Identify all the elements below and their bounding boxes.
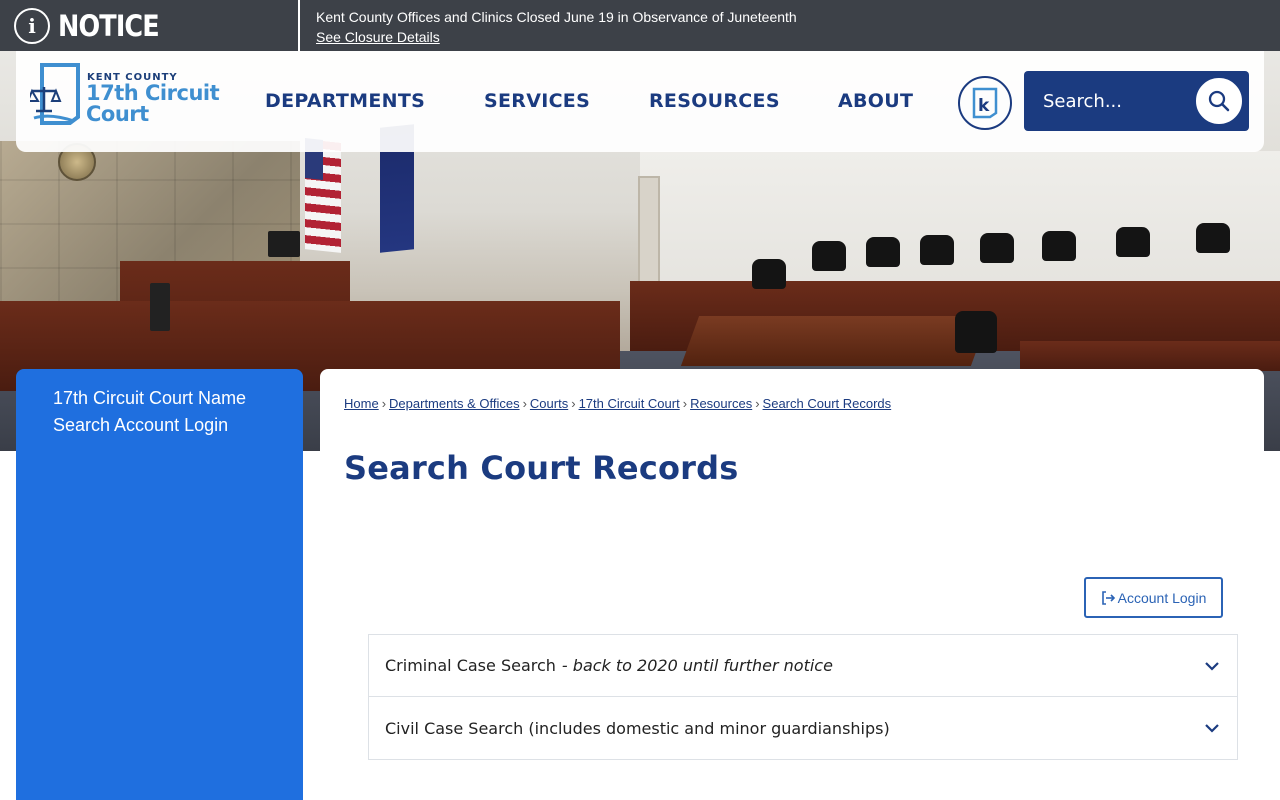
chevron-down-icon[interactable] [1203, 719, 1221, 737]
chair [1042, 231, 1076, 261]
breadcrumb-separator: › [571, 396, 576, 411]
search-input[interactable]: Search... [1043, 91, 1183, 112]
sign-in-icon [1101, 590, 1115, 605]
accordion-civil-case-search[interactable]: Civil Case Search (includes domestic and… [368, 697, 1238, 760]
chair [752, 259, 786, 289]
chair [980, 233, 1014, 263]
breadcrumb: Home › Departments & Offices › Courts › 17th C… [344, 396, 891, 411]
breadcrumb-separator: › [682, 396, 688, 411]
notice-bar: i NOTICE Kent County Offices and Clinics… [0, 0, 1280, 51]
info-icon: i [14, 7, 50, 44]
breadcrumb-resources[interactable]: Resources [690, 396, 752, 411]
chair [920, 235, 954, 265]
counsel-table [680, 316, 990, 366]
case-search-accordion: Criminal Case Search - back to 2020 unti… [368, 634, 1238, 760]
scales-of-justice-icon [30, 63, 80, 125]
nav-resources[interactable]: RESOURCES [649, 90, 780, 112]
notice-label: NOTICE [58, 8, 160, 43]
monitor [268, 231, 300, 257]
breadcrumb-departments[interactable]: Departments & Offices [389, 396, 520, 411]
breadcrumb-courts[interactable]: Courts [530, 396, 568, 411]
logo-court-text: 17th Circuit Court [86, 81, 220, 126]
notice-label-area: i NOTICE [0, 0, 300, 51]
breadcrumb-separator: › [381, 396, 387, 411]
breadcrumb-separator: › [755, 396, 760, 411]
breadcrumb-separator: › [522, 396, 527, 411]
nav-services[interactable]: SERVICES [484, 90, 590, 112]
account-login-label: Account Login [1117, 589, 1207, 606]
svg-text:k: k [978, 96, 990, 116]
accordion-item-label: Civil Case Search (includes domestic and… [385, 718, 890, 738]
accordion-item-note: - back to 2020 until further notice [561, 656, 833, 675]
notice-message-area: Kent County Offices and Clinics Closed J… [300, 0, 797, 51]
court-logo[interactable]: KENT COUNTY 17th Circuit Court [30, 63, 220, 127]
page-title: Search Court Records [344, 449, 739, 487]
chair [866, 237, 900, 267]
search-button[interactable] [1194, 76, 1244, 126]
search-icon [1208, 90, 1230, 112]
monitor [150, 283, 170, 331]
site-header: KENT COUNTY 17th Circuit Court DEPARTMEN… [16, 51, 1264, 152]
breadcrumb-home[interactable]: Home [344, 396, 379, 411]
notice-message: Kent County Offices and Clinics Closed J… [316, 9, 797, 25]
account-login-button[interactable]: Account Login [1084, 577, 1223, 618]
logo-line-1: 17th Circuit [86, 81, 220, 105]
accordion-item-label: Criminal Case Search [385, 656, 556, 675]
breadcrumb-17th-circuit-court[interactable]: 17th Circuit Court [579, 396, 680, 411]
sidebar-item-name-search-login[interactable]: 17th Circuit Court Name Search Account L… [53, 385, 273, 439]
k-logo-icon: k [972, 87, 998, 119]
accordion-criminal-case-search[interactable]: Criminal Case Search - back to 2020 unti… [368, 634, 1238, 697]
door [638, 176, 660, 296]
nav-departments[interactable]: DEPARTMENTS [265, 90, 425, 112]
search-form: Search... [1024, 71, 1249, 131]
kent-county-home-icon[interactable]: k [958, 76, 1012, 130]
rail [1020, 341, 1280, 371]
closure-details-link[interactable]: See Closure Details [316, 27, 797, 47]
breadcrumb-search-court-records[interactable]: Search Court Records [763, 396, 892, 411]
chair [1116, 227, 1150, 257]
chair [1196, 223, 1230, 253]
logo-line-2: Court [86, 102, 149, 126]
nav-about[interactable]: ABOUT [838, 90, 913, 112]
sidebar: 17th Circuit Court Name Search Account L… [16, 369, 303, 800]
chevron-down-icon[interactable] [1203, 657, 1221, 675]
chair [812, 241, 846, 271]
main-content: Home › Departments & Offices › Courts › 17th C… [320, 369, 1264, 800]
chair [955, 311, 997, 353]
